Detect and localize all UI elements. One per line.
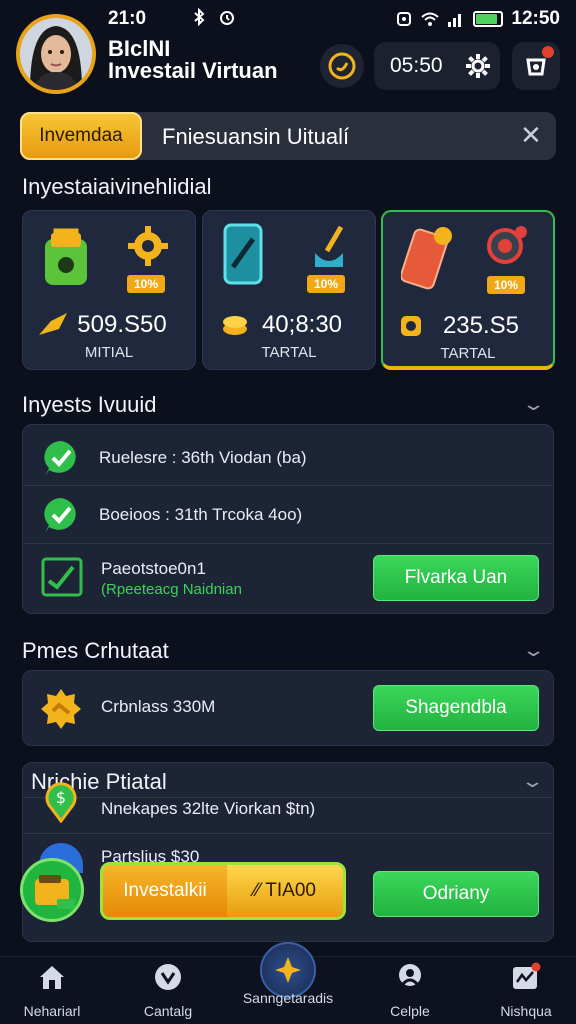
investments-panel: Ruelesre : 36th Viodan (ba) Boeioos : 31… — [22, 424, 554, 614]
alarm-icon — [220, 11, 234, 25]
section-title-portfolio: Inyestaiaivinehlidial — [22, 174, 212, 199]
list-item-text: Boeioos : 31th Trcoka 4oo) — [99, 505, 303, 524]
wallet-icon — [35, 875, 75, 909]
market-row-text: Crbnlass 330M — [101, 697, 216, 716]
signal-icon — [448, 14, 462, 27]
timer-text: 05:50 — [390, 54, 443, 77]
nav-item-messages[interactable]: Nishqua — [476, 962, 576, 1019]
nav-label-people: Celple — [390, 1003, 430, 1019]
coin-button[interactable] — [320, 44, 364, 88]
chat-check-icon — [44, 498, 76, 533]
list-item-subtext: (Rpeeteacg Naidnian — [101, 581, 242, 598]
card-1-badge: 10% — [127, 275, 165, 293]
close-icon[interactable]: ✕ — [520, 120, 542, 151]
status-time-left: 21:0 — [108, 8, 147, 29]
card-3-amount: 235.S5 — [442, 312, 520, 339]
chart-circle-icon — [155, 964, 181, 990]
coin-icon — [328, 52, 356, 80]
people-icon — [399, 964, 421, 986]
home-icon — [40, 966, 64, 989]
investment-card-3[interactable]: 10% 235.S5 TARTAL — [381, 210, 555, 370]
section-title-investments: Inyests Ivuuid — [22, 392, 157, 417]
wallet-fab[interactable] — [20, 858, 84, 922]
money-plant-icon — [315, 225, 344, 267]
svg-text:$: $ — [56, 788, 66, 807]
list-item-text: Ruelesre : 36th Viodan (ba) — [99, 448, 307, 467]
card-3-label: TARTAL — [440, 345, 496, 362]
section-title-market: Pmes Crhutaat — [22, 638, 169, 663]
wifi-icon — [421, 12, 440, 26]
action-button-1[interactable]: Flvarka Uan — [373, 555, 539, 601]
divider — [23, 543, 553, 544]
gear-icon[interactable] — [465, 53, 491, 79]
invest-overlay-bar[interactable]: Investalkii ⁄⁄ TIA00 — [100, 862, 346, 920]
card-2-badge: 10% — [307, 275, 345, 293]
chat-check-icon — [44, 441, 76, 476]
timer-chip[interactable]: 05:50 — [374, 42, 500, 90]
action-button-3[interactable]: Odriany — [373, 871, 539, 917]
briefcase-icon — [45, 228, 87, 285]
list-item-text: Paeotstoe0n1 — [101, 559, 206, 578]
nfc-icon — [397, 12, 412, 26]
list-item[interactable]: Boeioos : 31th Trcoka 4oo) — [41, 489, 535, 541]
investment-card-1[interactable]: 10% 509.S50 MITIAL — [22, 210, 196, 370]
divider — [23, 485, 553, 486]
gear-coin-icon — [128, 226, 168, 266]
divider — [23, 833, 553, 834]
card-1-amount: 509.S50 — [77, 311, 167, 338]
chevron-down-icon[interactable]: ⌄ — [520, 771, 544, 792]
action-button-2[interactable]: Shagendbla — [373, 685, 539, 731]
messages-icon — [513, 962, 541, 989]
card-2-label: TARTAL — [261, 344, 317, 361]
phone-chart-icon — [223, 223, 263, 285]
gear-badge-icon — [41, 689, 81, 729]
overlay-invest-button[interactable]: Investalkii — [103, 865, 227, 917]
nav-item-home[interactable]: Nehariarl — [2, 962, 102, 1019]
chevron-down-icon[interactable]: ⌄ — [521, 394, 545, 415]
card-2-amount: 40;8:30 — [261, 311, 343, 338]
list-item[interactable]: Ruelesre : 36th Viodan (ba) — [41, 433, 535, 483]
bluetooth-icon — [194, 8, 205, 26]
nav-item-people[interactable]: Celple — [360, 962, 460, 1019]
investment-card-2[interactable]: 10% 40;8:30 TARTAL — [202, 210, 376, 370]
nav-label-center: Sanngetaradis — [242, 990, 334, 1006]
nav-item-catalog[interactable]: Cantalg — [118, 962, 218, 1019]
status-time-right: 12:50 — [511, 8, 560, 29]
chart-check-icon — [41, 557, 83, 597]
avatar[interactable] — [16, 14, 96, 94]
overlay-amount-field[interactable]: ⁄⁄ TIA00 — [227, 865, 343, 917]
target-icon — [487, 226, 527, 264]
status-right: 12:50 — [395, 8, 560, 30]
header-title-line2: Investail Virtuan — [108, 58, 278, 83]
search-input[interactable]: Fniesuansin Uitualí — [162, 124, 349, 150]
money-pin-icon: $ — [45, 782, 77, 823]
portfolio-row-text: Nnekapes 32lte Viorkan $tn) — [101, 799, 316, 818]
status-mid-icons — [190, 8, 236, 26]
search-category-chip[interactable]: Invemdaa — [20, 112, 142, 160]
chevron-down-icon[interactable]: ⌄ — [521, 640, 545, 661]
card-3-badge: 10% — [487, 276, 525, 294]
divider — [23, 797, 553, 798]
nav-item-center[interactable]: Sanngetaradis — [238, 968, 338, 1006]
battery-icon — [473, 11, 504, 27]
phone-coins-icon — [401, 227, 452, 290]
notification-button[interactable] — [512, 42, 560, 90]
notification-dot — [542, 46, 554, 58]
nav-label-messages: Nishqua — [500, 1003, 552, 1019]
card-1-label: MITIAL — [84, 344, 134, 361]
market-panel: Crbnlass 330M Shagendbla — [22, 670, 554, 746]
nav-label-home: Nehariarl — [23, 1003, 81, 1019]
avatar-portrait-icon — [20, 18, 92, 90]
nav-label-catalog: Cantalg — [143, 1003, 193, 1019]
